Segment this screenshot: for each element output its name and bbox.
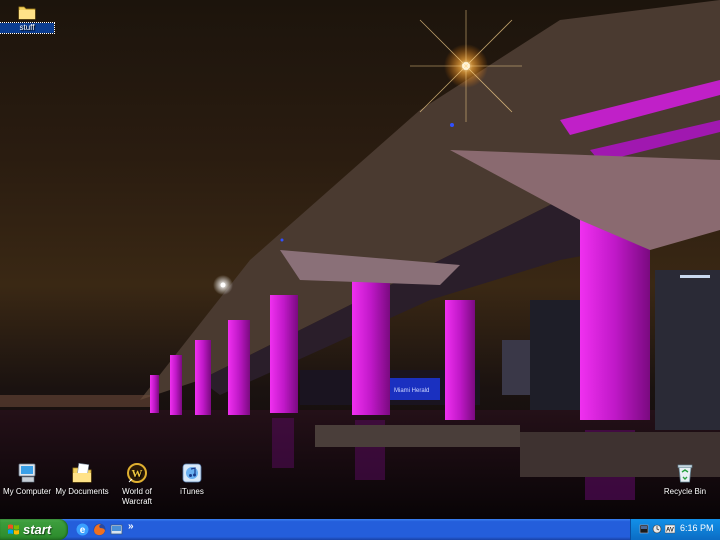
desktop-icon-label: My Documents	[55, 487, 109, 496]
firefox-icon[interactable]	[92, 522, 107, 537]
start-label: start	[23, 522, 52, 537]
desktop-icon-my-documents[interactable]: My Documents	[52, 462, 112, 497]
itunes-icon	[182, 463, 202, 483]
desktop-icon-label: Recycle Bin	[663, 487, 707, 496]
desktop-icon-stuff[interactable]: stuff	[0, 4, 55, 34]
desktop-icon-recycle-bin[interactable]: Recycle Bin	[655, 462, 715, 497]
svg-text:W: W	[132, 468, 143, 480]
my-documents-icon	[72, 463, 92, 483]
desktop-icon-label: World of Warcraft	[122, 487, 152, 506]
clock-status-icon[interactable]	[652, 524, 662, 534]
desktop[interactable]: Miami Herald stuff My Computer My Docume…	[0, 0, 720, 519]
windows-flag-icon	[8, 524, 19, 535]
recycle-bin-icon	[677, 464, 693, 483]
taskbar-clock[interactable]: 6:16 PM	[680, 523, 714, 533]
desktop-icon-label: My Computer	[2, 487, 51, 496]
wallpaper-bridge-night: Miami Herald	[0, 0, 720, 519]
taskbar: start e » AV 6:16 PM	[0, 519, 720, 540]
antivirus-icon[interactable]: AV	[665, 524, 675, 534]
internet-explorer-icon[interactable]: e	[75, 522, 90, 537]
folder-icon	[18, 6, 36, 20]
desktop-icon-label: stuff	[0, 22, 55, 34]
wallpaper-sign-text: Miami Herald	[394, 388, 429, 394]
my-computer-icon	[18, 463, 36, 483]
desktop-icon-world-of-warcraft[interactable]: W World of Warcraft	[107, 462, 167, 507]
start-button[interactable]: start	[0, 519, 68, 540]
svg-text:e: e	[80, 525, 86, 536]
desktop-icon-label: iTunes	[180, 487, 204, 496]
network-icon[interactable]	[639, 524, 649, 534]
desktop-icon-itunes[interactable]: iTunes	[162, 462, 222, 497]
svg-text:AV: AV	[666, 528, 674, 534]
show-desktop-icon[interactable]	[109, 522, 124, 537]
desktop-icon-my-computer[interactable]: My Computer	[0, 462, 57, 497]
system-tray: AV 6:16 PM	[630, 519, 720, 540]
quick-launch-more-button[interactable]: »	[128, 521, 134, 532]
world-of-warcraft-icon: W	[127, 463, 147, 483]
